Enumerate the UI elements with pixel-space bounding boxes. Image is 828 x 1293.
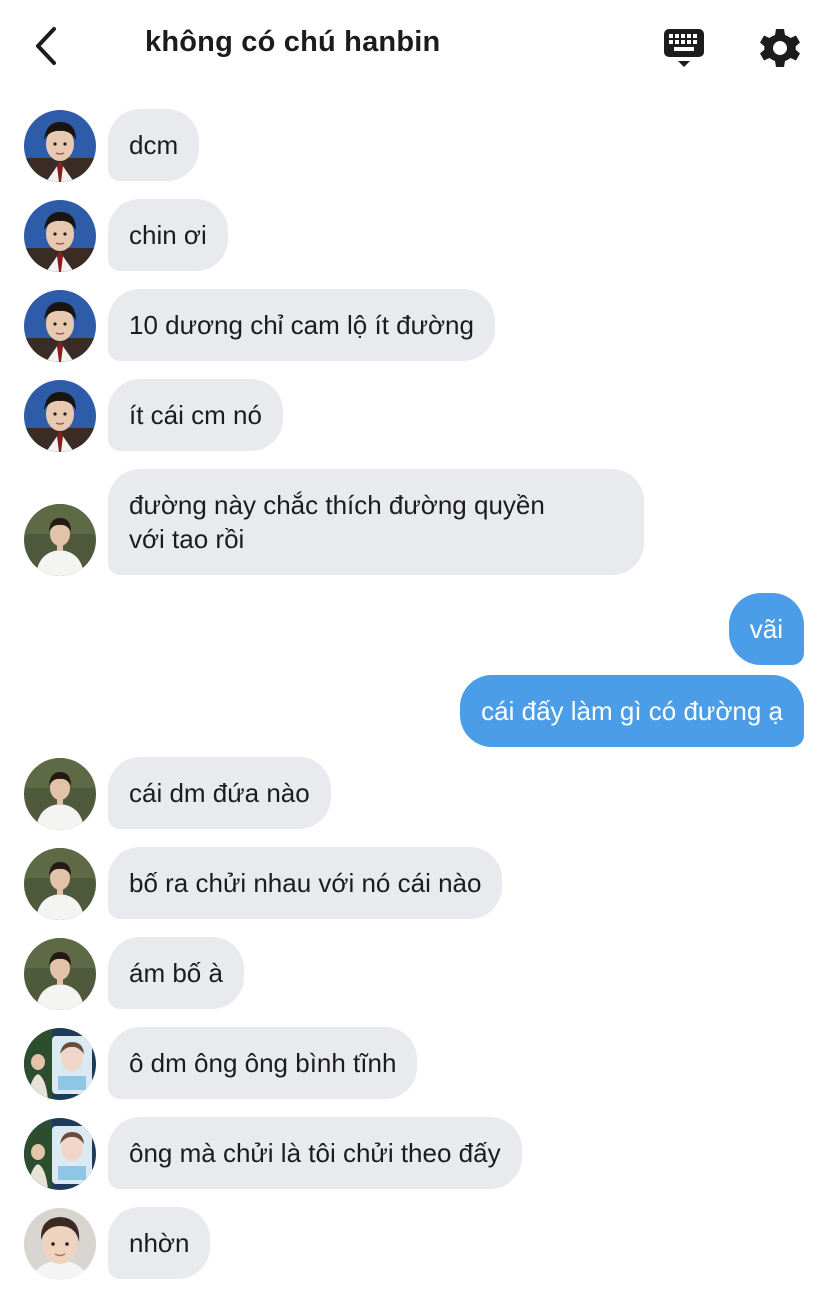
message-bubble[interactable]: ô dm ông ông bình tĩnh: [108, 1027, 418, 1099]
avatar[interactable]: [24, 1118, 96, 1190]
message-bubble-outgoing[interactable]: cái đấy làm gì có đường ạ: [460, 675, 804, 747]
avatar[interactable]: [24, 758, 96, 830]
message-bubble[interactable]: cái dm đứa nào: [108, 757, 331, 829]
message-bubble[interactable]: bố ra chửi nhau với nó cái nào: [108, 847, 503, 919]
avatar[interactable]: [24, 380, 96, 452]
message-bubble[interactable]: đường này chắc thích đường quyền với tao…: [108, 469, 644, 575]
message-bubble-outgoing[interactable]: vãi: [728, 593, 804, 665]
avatar[interactable]: [24, 1028, 96, 1100]
avatar[interactable]: [24, 110, 96, 182]
message-bubble[interactable]: nhờn: [108, 1207, 211, 1279]
message-list[interactable]: dcm chin ơi 10 dương chỉ cam lộ ít đường…: [0, 0, 828, 1293]
avatar[interactable]: [24, 848, 96, 920]
message-bubble[interactable]: ít cái cm nó: [108, 379, 283, 451]
message-bubble[interactable]: ám bố à: [108, 937, 244, 1009]
avatar[interactable]: [24, 200, 96, 272]
avatar[interactable]: [24, 938, 96, 1010]
message-bubble[interactable]: dcm: [108, 109, 200, 181]
message-bubble[interactable]: ông mà chửi là tôi chửi theo đấy: [108, 1117, 522, 1189]
message-bubble[interactable]: 10 dương chỉ cam lộ ít đường: [108, 289, 495, 361]
avatar[interactable]: [24, 290, 96, 362]
avatar[interactable]: [24, 504, 96, 576]
avatar[interactable]: [24, 1208, 96, 1280]
message-bubble[interactable]: chin ơi: [108, 199, 228, 271]
message-line: với tao rồi: [129, 524, 245, 554]
message-line: đường này chắc thích đường quyền: [129, 490, 545, 520]
